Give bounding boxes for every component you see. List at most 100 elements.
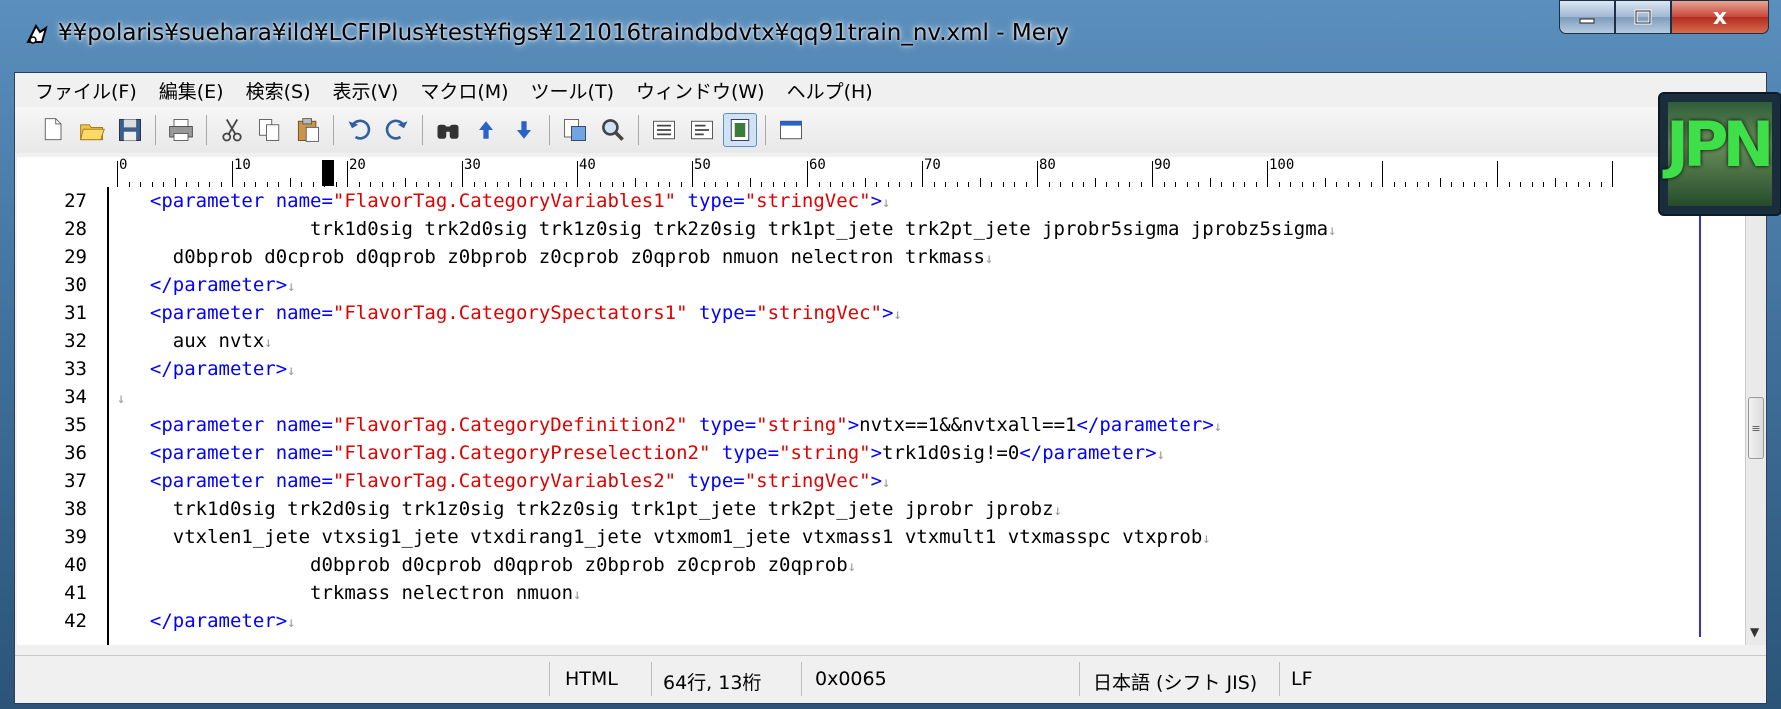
new-file-button[interactable] [37,113,71,147]
line-number[interactable]: 36 [64,439,87,467]
wrap-none-button[interactable] [647,113,681,147]
code-line[interactable]: trk1d0sig trk2d0sig trk1z0sig trk2z0sig … [127,215,1337,243]
search-files-icon [602,119,624,141]
undo-button[interactable] [342,113,376,147]
column-ruler[interactable]: 0 10 20 30 40 50 60 70 80 90 100 [117,157,1707,187]
open-folder-icon [80,124,105,141]
code-line[interactable]: <parameter name="FlavorTag.CategoryPrese… [127,439,1165,467]
line-number[interactable]: 28 [64,215,87,243]
code-line[interactable]: </parameter>↓ [127,607,296,635]
text-token: d0bprob d0cprob d0qprob z0bprob z0cprob … [127,246,985,268]
xml-string-token: "FlavorTag.CategorySpectators1" [332,302,688,324]
line-number[interactable]: 42 [64,607,87,635]
code-line[interactable]: <parameter name="FlavorTag.CategorySpect… [127,299,902,327]
menu-edit[interactable]: 編集(E) [148,77,235,104]
wrap-none-icon [653,120,675,140]
menu-help[interactable]: ヘルプ(H) [776,77,884,104]
title-bar[interactable]: ¥¥polaris¥suehara¥ild¥LCFIPlus¥test¥figs… [0,0,1781,72]
paste-button[interactable] [291,113,325,147]
vertical-scrollbar[interactable]: ≡ ▼ [1745,157,1766,645]
code-line[interactable]: </parameter>↓ [127,355,296,383]
line-number[interactable]: 37 [64,467,87,495]
print-button[interactable] [164,113,198,147]
menu-window[interactable]: ウィンドウ(W) [625,77,776,104]
line-number[interactable]: 33 [64,355,87,383]
status-divider [1079,662,1080,696]
scrollbar-thumb[interactable]: ≡ [1748,397,1764,459]
line-number[interactable]: 35 [64,411,87,439]
menu-macro[interactable]: マクロ(M) [409,77,519,104]
maximize-icon [1634,9,1652,25]
toolbar-separator [549,115,550,145]
code-line[interactable]: </parameter>↓ [127,271,296,299]
line-number[interactable]: 32 [64,327,87,355]
find-icon [437,124,459,139]
ruler-label: 20 [349,157,366,173]
search-files-button[interactable] [596,113,630,147]
status-mode[interactable]: HTML [565,668,618,690]
line-number[interactable]: 30 [64,271,87,299]
find-button[interactable] [431,113,465,147]
xml-tag-token: <parameter name= [149,442,333,464]
menu-tools[interactable]: ツール(T) [520,77,625,104]
ruler-tick [1612,161,1613,187]
line-number-gutter[interactable]: 27 28 29 30 31 32 33 34 35 36 37 38 39 40 41 42 [17,187,105,645]
code-line[interactable]: d0bprob d0cprob d0qprob z0bprob z0cprob … [127,551,856,579]
close-icon: x [1712,4,1728,30]
ruler-tick [347,161,348,187]
menu-view[interactable]: 表示(V) [322,77,410,104]
copy-button[interactable] [253,113,287,147]
status-newline[interactable]: LF [1291,668,1313,690]
status-encoding[interactable]: 日本語 (シフト JIS) [1093,668,1257,695]
maximize-button[interactable] [1615,0,1671,34]
xml-string-token: "FlavorTag.CategoryDefinition2" [332,414,688,436]
wrap-window-button[interactable] [685,113,719,147]
redo-button[interactable] [380,113,414,147]
window-title: ¥¥polaris¥suehara¥ild¥LCFIPlus¥test¥figs… [58,20,1069,46]
gutter-divider [107,187,109,645]
replace-button[interactable] [558,113,592,147]
code-line[interactable]: <parameter name="FlavorTag.CategoryVaria… [127,467,891,495]
line-number[interactable]: 29 [64,243,87,271]
line-number[interactable]: 31 [64,299,87,327]
scroll-down-arrow-icon[interactable]: ▼ [1750,625,1759,639]
cut-button[interactable] [215,113,249,147]
ruler-tick [174,178,176,187]
save-button[interactable] [113,113,147,147]
text-token: d0bprob d0cprob d0qprob z0bprob z0cprob … [127,554,848,576]
wrap-ruler-button[interactable] [723,113,757,147]
ruler-tick [634,178,636,187]
line-number[interactable]: 34 [64,383,87,411]
xml-tag-token: type= [676,190,745,212]
menu-file[interactable]: ファイル(F) [15,77,148,104]
line-number[interactable]: 38 [64,495,87,523]
text-editor[interactable]: 0 10 20 30 40 50 60 70 80 90 100 27 28 29 30 31 32 33 34 3… [17,157,1746,645]
line-number[interactable]: 41 [64,579,87,607]
code-line[interactable]: ↓ [117,383,125,411]
ruler-tick [232,161,233,187]
menu-search[interactable]: 検索(S) [235,77,322,104]
window-button[interactable] [774,113,808,147]
code-line[interactable]: vtxlen1_jete vtxsig1_jete vtxdirang1_jet… [127,523,1211,551]
code-line[interactable]: trk1d0sig trk2d0sig trk1z0sig trk2z0sig … [127,495,1062,523]
mery-app-icon[interactable] [24,22,50,48]
minimize-button[interactable] [1559,0,1615,34]
find-next-button[interactable] [507,113,541,147]
open-folder-button[interactable] [75,113,109,147]
line-number[interactable]: 27 [64,187,87,215]
code-line[interactable]: <parameter name="FlavorTag.CategoryVaria… [127,187,891,215]
find-prev-icon [479,121,493,139]
line-number[interactable]: 40 [64,551,87,579]
code-line[interactable]: d0bprob d0cprob d0qprob z0bprob z0cprob … [127,243,994,271]
line-number[interactable]: 39 [64,523,87,551]
code-line[interactable]: aux nvtx↓ [127,327,273,355]
xml-tag-token: type= [710,442,780,464]
code-line[interactable]: trkmass nelectron nmuon↓ [127,579,582,607]
ruler-label: 90 [1154,157,1171,173]
find-prev-button[interactable] [469,113,503,147]
code-line[interactable]: <parameter name="FlavorTag.CategoryDefin… [127,411,1222,439]
close-button[interactable]: x [1671,0,1769,34]
code-area[interactable]: <parameter name="FlavorTag.CategoryVaria… [117,187,1697,645]
